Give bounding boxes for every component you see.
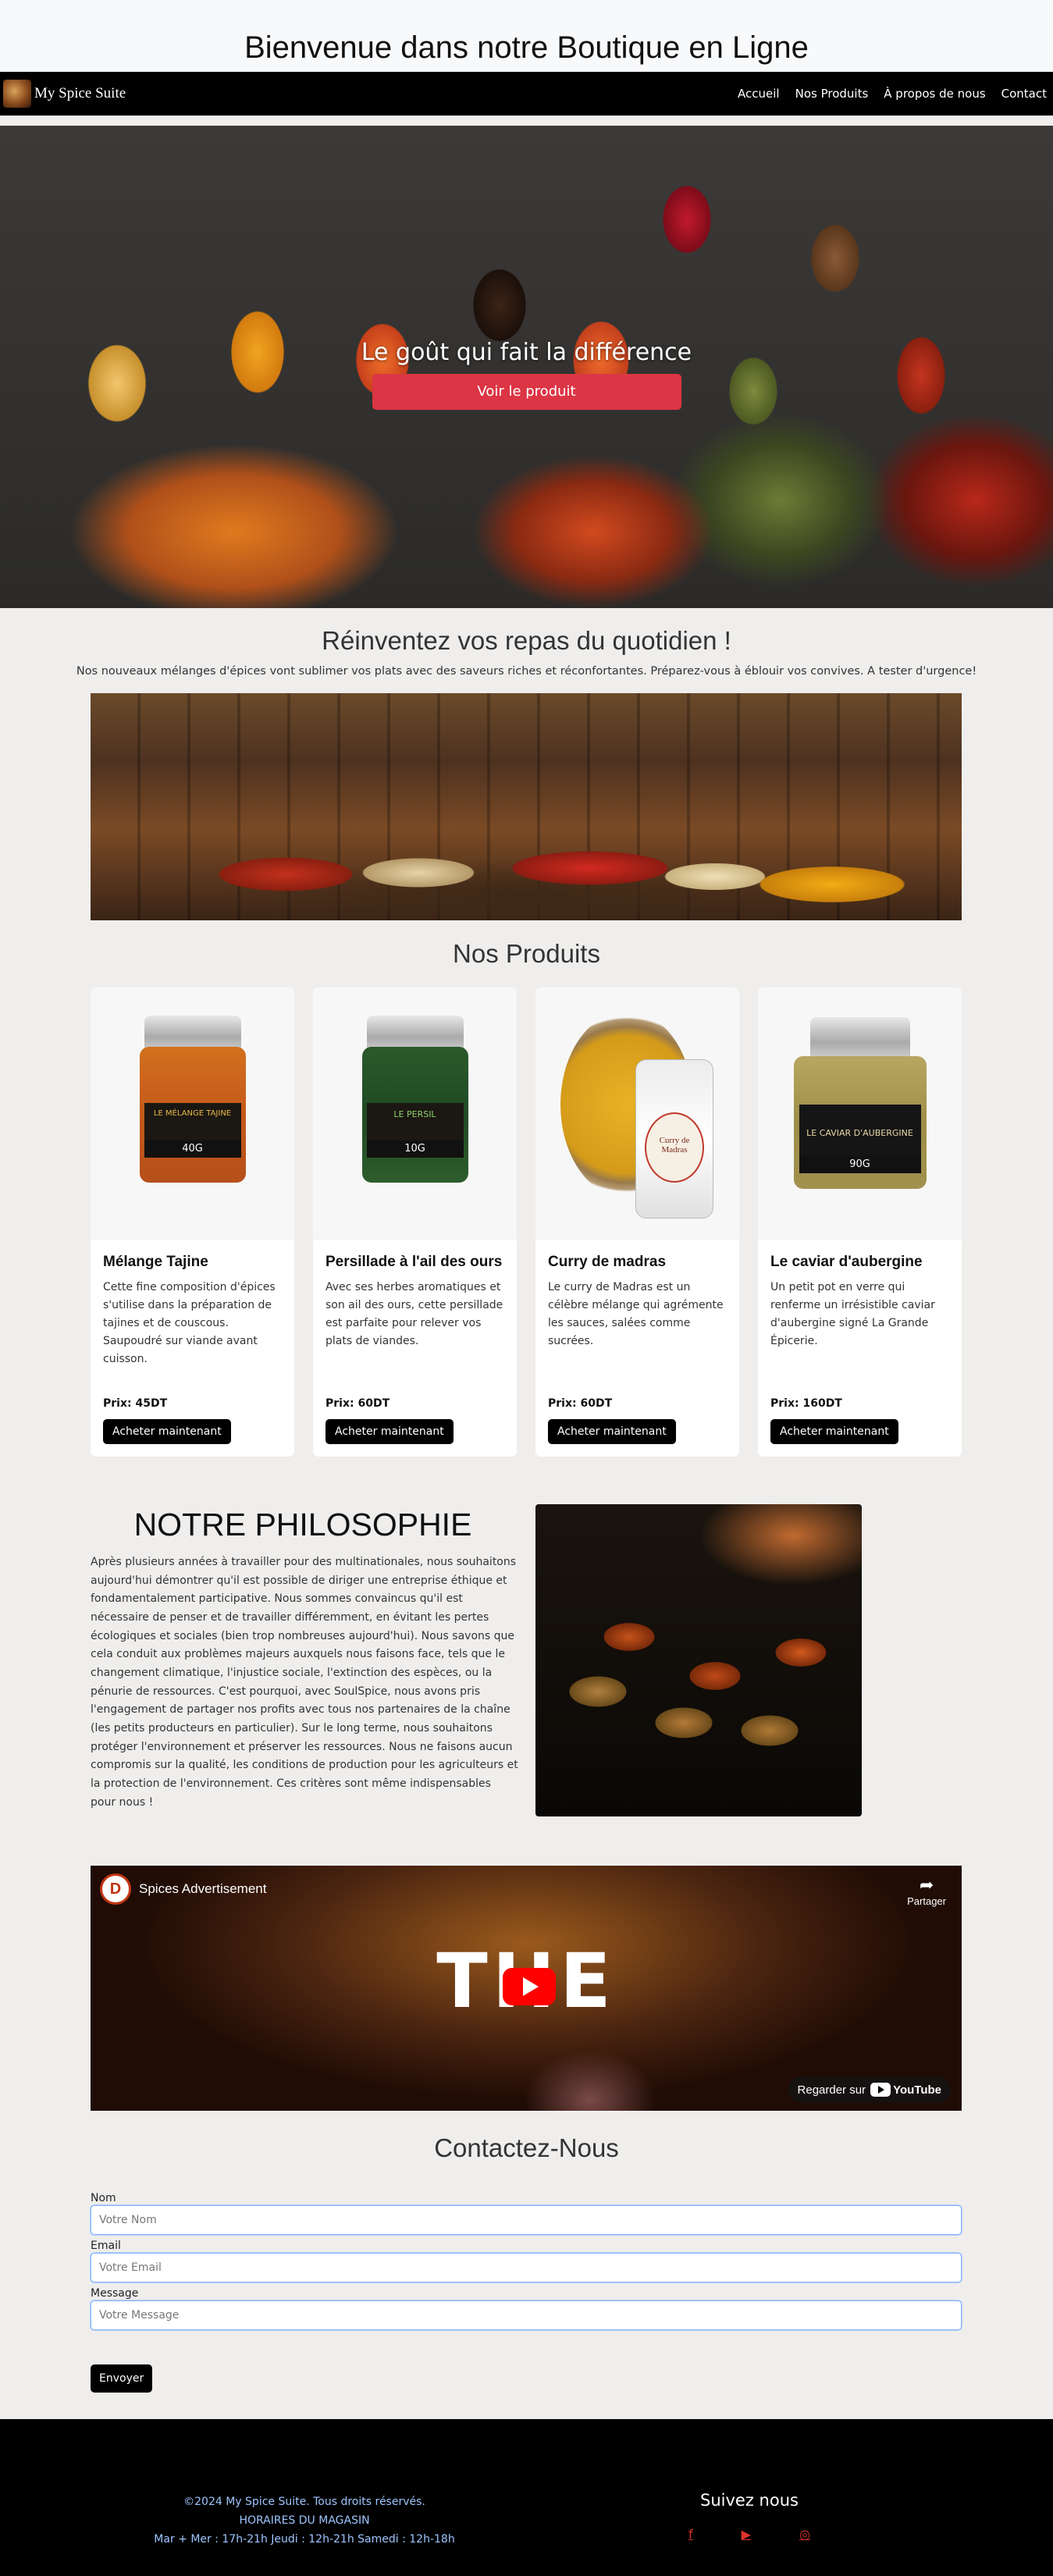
product-price: Prix: 45DT — [103, 1397, 168, 1410]
jar-weight-label: 10G — [366, 1140, 464, 1158]
video-embed[interactable]: D Spices Advertisement ➦ Partager THE Re… — [91, 1866, 962, 2111]
brand-name: My Spice Suite — [34, 85, 126, 101]
product-description: Le curry de Madras est un célèbre mélang… — [548, 1280, 724, 1347]
footer-info: ©2024 My Spice Suite. Tous droits réserv… — [141, 2493, 468, 2549]
product-name: Curry de madras — [548, 1254, 667, 1270]
product-card: LE MÉLANGE TAJINE 40G Mélange Tajine Cet… — [91, 987, 294, 1457]
video-title[interactable]: Spices Advertisement — [139, 1881, 266, 1897]
product-price: Prix: 160DT — [770, 1397, 842, 1410]
follow-title: Suivez nous — [700, 2491, 799, 2510]
watch-on-youtube-button[interactable]: Regarder sur YouTube — [788, 2076, 951, 2103]
nav-link-produits[interactable]: Nos Produits — [795, 87, 869, 101]
play-icon — [523, 1977, 539, 1996]
view-product-button[interactable]: Voir le produit — [372, 373, 681, 410]
philosophy-title: NOTRE PHILOSOPHIE — [133, 1507, 472, 1542]
hero-overlay: Le goût qui fait la différence Voir le p… — [0, 126, 1053, 608]
youtube-icon — [870, 2083, 891, 2097]
instagram-icon[interactable]: ◎ — [799, 2527, 810, 2542]
intro-title: Réinventez vos repas du quotidien ! — [322, 626, 731, 655]
youtube-logo: YouTube — [870, 2083, 941, 2097]
email-field[interactable] — [91, 2253, 962, 2282]
product-card: LE PERSIL 10G Persillade à l'ail des our… — [313, 987, 517, 1457]
brand-logo — [3, 80, 31, 108]
product-price: Prix: 60DT — [326, 1397, 390, 1410]
jar-weight-label: 90G — [799, 1156, 921, 1173]
spice-market-image — [91, 693, 962, 920]
play-button[interactable] — [503, 1968, 556, 2005]
product-body: Le caviar d'aubergine Un petit pot en ve… — [758, 1240, 962, 1457]
buy-button[interactable]: Acheter maintenant — [548, 1419, 676, 1444]
product-image: LE PERSIL 10G — [313, 987, 517, 1240]
jar-lid — [809, 1017, 910, 1059]
brand[interactable]: My Spice Suite — [3, 80, 126, 108]
buy-button[interactable]: Acheter maintenant — [326, 1419, 454, 1444]
name-label: Nom — [91, 2192, 116, 2204]
product-image: Curry de Madras — [535, 987, 739, 1240]
products-grid: LE MÉLANGE TAJINE 40G Mélange Tajine Cet… — [91, 987, 962, 1457]
message-label: Message — [91, 2287, 139, 2300]
product-price: Prix: 60DT — [548, 1397, 613, 1410]
top-banner: Bienvenue dans notre Boutique en Ligne — [0, 0, 1053, 72]
product-card: Curry de Madras Curry de madras Le curry… — [535, 987, 739, 1457]
product-body: Persillade à l'ail des ours Avec ses her… — [313, 1240, 517, 1457]
message-field[interactable] — [91, 2300, 962, 2330]
buy-button[interactable]: Acheter maintenant — [770, 1419, 898, 1444]
page-title: Bienvenue dans notre Boutique en Ligne — [244, 30, 809, 65]
product-description: Un petit pot en verre qui renferme un ir… — [770, 1280, 935, 1347]
philosophy-text: Après plusieurs années à travailler pour… — [91, 1556, 518, 1809]
video-channel[interactable]: D Spices Advertisement — [100, 1873, 266, 1905]
nav-link-accueil[interactable]: Accueil — [738, 87, 780, 101]
product-image: LE MÉLANGE TAJINE 40G — [91, 987, 294, 1240]
share-label: Partager — [907, 1895, 946, 1907]
product-card: LE CAVIAR D'AUBERGINE 90G Le caviar d'au… — [758, 987, 962, 1457]
footer-hours: Mar + Mer : 17h-21h Jeudi : 12h-21h Same… — [154, 2532, 455, 2546]
buy-button[interactable]: Acheter maintenant — [103, 1419, 231, 1444]
name-field[interactable] — [91, 2205, 962, 2235]
footer: ©2024 My Spice Suite. Tous droits réserv… — [0, 2419, 1053, 2576]
watch-on-label: Regarder sur — [797, 2083, 866, 2097]
footer-copyright: ©2024 My Spice Suite. Tous droits réserv… — [183, 2496, 425, 2508]
curry-tin-label: Curry de Madras — [645, 1112, 704, 1183]
facebook-icon[interactable]: f — [688, 2527, 693, 2542]
intro-text: Nos nouveaux mélanges d'épices vont subl… — [76, 665, 977, 678]
footer-social: Suivez nous f ▶ ◎ — [671, 2491, 827, 2542]
product-name: Le caviar d'aubergine — [770, 1254, 923, 1270]
email-label: Email — [91, 2240, 121, 2252]
hero-image: Le goût qui fait la différence Voir le p… — [0, 126, 1053, 608]
nav-links: Accueil Nos Produits À propos de nous Co… — [738, 87, 1047, 101]
product-name: Persillade à l'ail des ours — [326, 1254, 503, 1270]
hero-tagline: Le goût qui fait la différence — [361, 338, 692, 366]
channel-avatar[interactable]: D — [100, 1873, 131, 1905]
youtube-icon[interactable]: ▶ — [742, 2527, 751, 2542]
footer-hours-title: HORAIRES DU MAGASIN — [239, 2514, 370, 2527]
submit-button[interactable]: Envoyer — [91, 2364, 153, 2393]
product-body: Curry de madras Le curry de Madras est u… — [535, 1240, 739, 1457]
navbar: My Spice Suite Accueil Nos Produits À pr… — [0, 72, 1053, 116]
social-links: f ▶ ◎ — [671, 2527, 827, 2542]
nav-link-about[interactable]: À propos de nous — [884, 87, 985, 101]
products-title: Nos Produits — [453, 939, 600, 968]
product-description: Cette fine composition d'épices s'utilis… — [103, 1280, 276, 1366]
contact-title: Contactez-Nous — [434, 2133, 619, 2162]
product-body: Mélange Tajine Cette fine composition d'… — [91, 1240, 294, 1457]
youtube-wordmark: YouTube — [893, 2083, 941, 2097]
product-name: Mélange Tajine — [103, 1254, 208, 1270]
product-description: Avec ses herbes aromatiques et son ail d… — [326, 1280, 503, 1347]
share-icon: ➦ — [919, 1875, 934, 1895]
jar-weight-label: 40G — [144, 1140, 241, 1158]
contact-form: Nom Email Message Envoyer — [91, 2192, 962, 2393]
nav-link-contact[interactable]: Contact — [1001, 87, 1047, 101]
share-button[interactable]: ➦ Partager — [907, 1875, 946, 1908]
product-image: LE CAVIAR D'AUBERGINE 90G — [758, 987, 962, 1240]
philosophy-image — [535, 1504, 862, 1816]
